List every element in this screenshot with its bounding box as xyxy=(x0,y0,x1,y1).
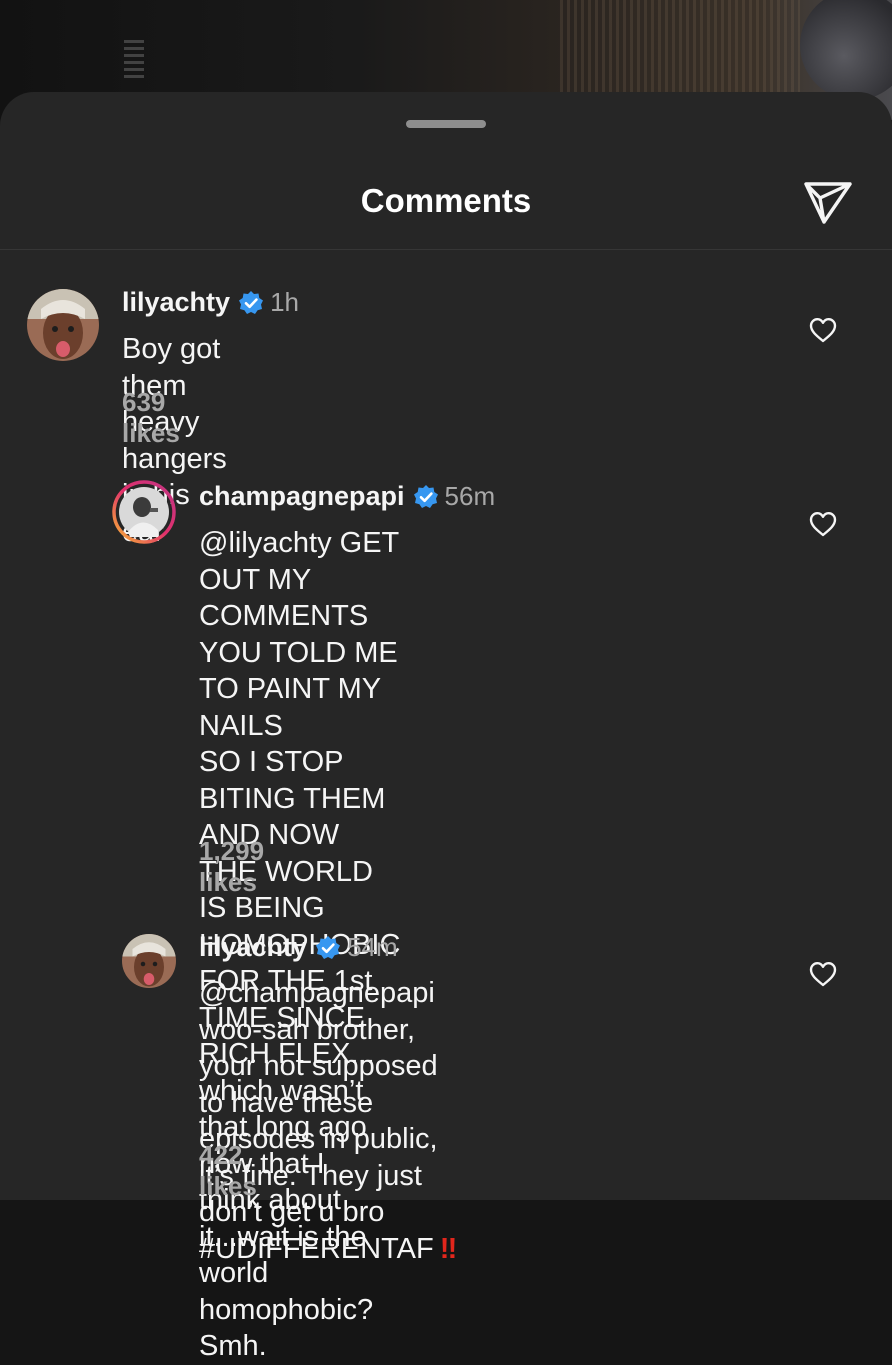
sheet-title: Comments xyxy=(360,182,532,219)
avatar[interactable] xyxy=(122,934,176,988)
double-exclamation-emoji: ‼ xyxy=(439,1232,457,1265)
timestamp: 56m xyxy=(444,481,496,511)
verified-badge-icon xyxy=(316,935,341,959)
avatar[interactable] xyxy=(112,480,176,544)
drag-handle[interactable] xyxy=(406,120,486,128)
like-count[interactable]: 422 likes xyxy=(199,1140,257,1202)
paper-plane-icon xyxy=(804,182,852,224)
avatar[interactable] xyxy=(27,289,99,361)
comment-header: lilyachty 1h xyxy=(122,287,299,318)
like-count[interactable]: 639 likes xyxy=(122,387,180,449)
like-count[interactable]: 1,299 likes xyxy=(199,836,264,898)
avatar-image xyxy=(27,289,99,361)
username[interactable]: lilyachty xyxy=(199,932,307,963)
timestamp: 1h xyxy=(270,287,299,317)
username[interactable]: champagnepapi xyxy=(199,481,405,512)
heart-icon[interactable] xyxy=(808,316,838,344)
background-detail xyxy=(124,40,144,80)
username[interactable]: lilyachty xyxy=(122,287,230,318)
avatar-image xyxy=(112,480,176,544)
heart-icon[interactable] xyxy=(808,960,838,988)
comment-text-body: @champagnepapi woo-sah brother, your not… xyxy=(199,977,438,1265)
comment-text: @champagnepapi woo-sah brother, your not… xyxy=(199,975,457,1267)
background-shape xyxy=(800,0,892,100)
heart-icon[interactable] xyxy=(808,510,838,538)
avatar-image xyxy=(122,934,176,988)
comment-header: lilyachty 54m xyxy=(199,932,398,963)
comment-header: champagnepapi 56m xyxy=(199,481,495,512)
share-button[interactable] xyxy=(800,178,856,228)
header-divider xyxy=(0,249,892,250)
verified-badge-icon xyxy=(239,290,264,314)
verified-badge-icon xyxy=(413,484,438,508)
timestamp: 54m xyxy=(347,932,398,962)
